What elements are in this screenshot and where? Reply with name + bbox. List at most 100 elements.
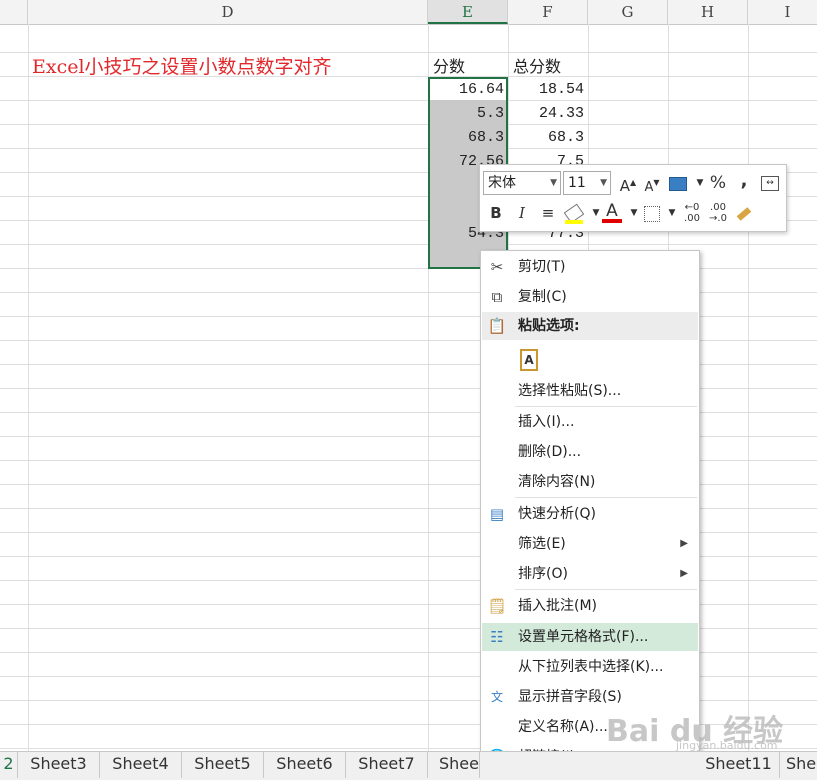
font-name-value: 宋体 <box>488 175 516 191</box>
sheet-tab[interactable]: Sheet5 <box>182 752 264 778</box>
accounting-format-icon <box>669 176 687 191</box>
submenu-arrow-icon: ▶ <box>680 538 688 549</box>
menu-item-pick-from-list[interactable]: 从下拉列表中选择(K)... <box>482 653 698 681</box>
cell-total-value[interactable]: 18.54 <box>508 78 584 102</box>
cell-score-value[interactable]: 5.3 <box>430 102 504 126</box>
sheet-tab[interactable]: Shee <box>428 752 480 778</box>
decrease-font-size-button[interactable]: A▼ <box>640 171 664 195</box>
menu-item-label: 筛选(E) <box>518 536 566 552</box>
menu-item-label: 粘贴选项: <box>518 318 580 334</box>
menu-item-label: 排序(O) <box>518 566 568 582</box>
row-gridline <box>0 100 817 101</box>
column-header-d[interactable]: D <box>28 0 428 24</box>
fill-color-button[interactable] <box>562 201 586 225</box>
merge-center-icon: ↔ <box>761 176 779 191</box>
menu-item-label: 插入批注(M) <box>518 598 598 614</box>
paintbrush-icon <box>736 206 752 221</box>
menu-item-label: 定义名称(A)... <box>518 719 608 735</box>
menu-item-label: 清除内容(N) <box>518 474 596 490</box>
menu-item-insert-comment[interactable]: 🗒 插入批注(M) <box>482 592 698 620</box>
menu-item-clear-contents[interactable]: 清除内容(N) <box>482 468 698 496</box>
menu-item-filter[interactable]: 筛选(E) ▶ <box>482 530 698 558</box>
row-gridline <box>0 148 817 149</box>
chevron-down-icon: ▼ <box>600 178 607 188</box>
menu-separator <box>515 497 697 498</box>
menu-item-quick-analysis[interactable]: ▤ 快速分析(Q) <box>482 500 698 528</box>
column-gridline <box>28 24 29 751</box>
paste-option-text-only[interactable]: A <box>482 343 698 375</box>
font-name-dropdown[interactable]: 宋体 ▼ <box>483 171 561 195</box>
menu-item-label: 插入(I)... <box>518 414 575 430</box>
header-cell-score[interactable]: 分数 <box>433 53 465 77</box>
copy-icon: ⧉ <box>491 288 503 306</box>
column-header-i[interactable]: I <box>748 0 817 24</box>
chevron-down-icon: ▼ <box>550 178 557 188</box>
cell-score-value[interactable]: 68.3 <box>430 126 504 150</box>
comma-style-button[interactable]: , <box>732 169 756 193</box>
sheet-tab[interactable]: Sheet7 <box>346 752 428 778</box>
menu-item-label: 复制(C) <box>518 289 567 305</box>
menu-item-delete[interactable]: 删除(D)... <box>482 438 698 466</box>
bold-button[interactable]: B <box>484 201 508 225</box>
align-center-icon: ≡ <box>541 204 555 222</box>
font-color-icon: A <box>606 201 618 221</box>
menu-item-label: 从下拉列表中选择(K)... <box>518 659 664 675</box>
baidu-watermark: Bai du 经验 jingyan.baidu.com <box>606 706 806 756</box>
column-header-bar: D E F G H I <box>0 0 817 25</box>
font-size-value: 11 <box>568 175 586 191</box>
font-color-button[interactable]: A <box>600 199 624 223</box>
menu-item-paste-special[interactable]: 选择性粘贴(S)... <box>482 377 698 405</box>
row-gridline <box>0 124 817 125</box>
sheet-tab[interactable]: Sheet4 <box>100 752 182 778</box>
quick-analysis-icon: ▤ <box>489 505 505 523</box>
header-cell-total[interactable]: 总分数 <box>513 53 561 77</box>
column-header-f[interactable]: F <box>508 0 588 24</box>
menu-item-label: 选择性粘贴(S)... <box>518 383 622 399</box>
center-align-button[interactable]: ≡ <box>536 201 560 225</box>
menu-separator <box>515 589 697 590</box>
submenu-arrow-icon: ▶ <box>680 568 688 579</box>
insert-comment-icon: 🗒 <box>487 597 507 615</box>
paste-icon: 📋 <box>487 317 507 335</box>
merge-center-button[interactable]: ↔ <box>758 171 782 195</box>
menu-separator <box>515 406 697 407</box>
increase-decimal-button[interactable]: ←0.00 <box>680 201 704 226</box>
decrease-decimal-button[interactable]: .00 →.0 <box>706 201 730 226</box>
menu-item-sort[interactable]: 排序(O) ▶ <box>482 560 698 588</box>
italic-button[interactable]: I <box>510 201 534 225</box>
paste-text-only-icon: A <box>520 349 538 371</box>
context-menu: ✂ 剪切(T) ⧉ 复制(C) 📋 粘贴选项: A 选择性粘贴(S)... 插入… <box>480 250 700 775</box>
format-painter-button[interactable] <box>732 201 756 225</box>
row-gridline <box>0 244 817 245</box>
cell-total-value[interactable]: 68.3 <box>508 126 584 150</box>
format-cells-icon: ☷ <box>490 628 504 646</box>
increase-font-size-button[interactable]: A▲ <box>616 171 640 195</box>
corner-cell[interactable] <box>0 0 28 24</box>
sheet-tab[interactable]: Sheet3 <box>18 752 100 778</box>
menu-item-copy[interactable]: ⧉ 复制(C) <box>482 283 698 311</box>
menu-item-format-cells[interactable]: ☷ 设置单元格格式(F)... <box>482 623 698 651</box>
column-header-g[interactable]: G <box>588 0 668 24</box>
cell-total-value[interactable]: 24.33 <box>508 102 584 126</box>
font-color-bar <box>602 219 622 223</box>
mini-toolbar: 宋体 ▼ 11 ▼ A▲ A▼ ▼ % , ↔ B I ≡ ▼ A ▼ ▼ ←0… <box>479 164 787 232</box>
sheet-tab[interactable]: 2 <box>0 752 18 778</box>
font-size-dropdown[interactable]: 11 ▼ <box>563 171 611 195</box>
borders-icon <box>644 205 660 222</box>
sheet-tab[interactable]: Sheet6 <box>264 752 346 778</box>
column-header-e[interactable]: E <box>428 0 508 24</box>
column-header-h[interactable]: H <box>668 0 748 24</box>
watermark-url: jingyan.baidu.com <box>676 739 778 752</box>
percent-style-button[interactable]: % <box>706 171 730 195</box>
paste-options-header: 📋 粘贴选项: <box>482 312 698 340</box>
menu-item-cut[interactable]: ✂ 剪切(T) <box>482 253 698 281</box>
menu-item-insert[interactable]: 插入(I)... <box>482 408 698 436</box>
fill-color-bar <box>565 220 583 224</box>
menu-item-label: 剪切(T) <box>518 259 566 275</box>
menu-item-label: 快速分析(Q) <box>518 506 596 522</box>
column-gridline <box>748 24 749 751</box>
accounting-format-button[interactable] <box>666 171 690 195</box>
cell-score-value[interactable]: 16.64 <box>430 78 504 102</box>
increase-decimal-icon: ←0.00 <box>684 202 700 224</box>
scissors-icon: ✂ <box>490 258 504 276</box>
